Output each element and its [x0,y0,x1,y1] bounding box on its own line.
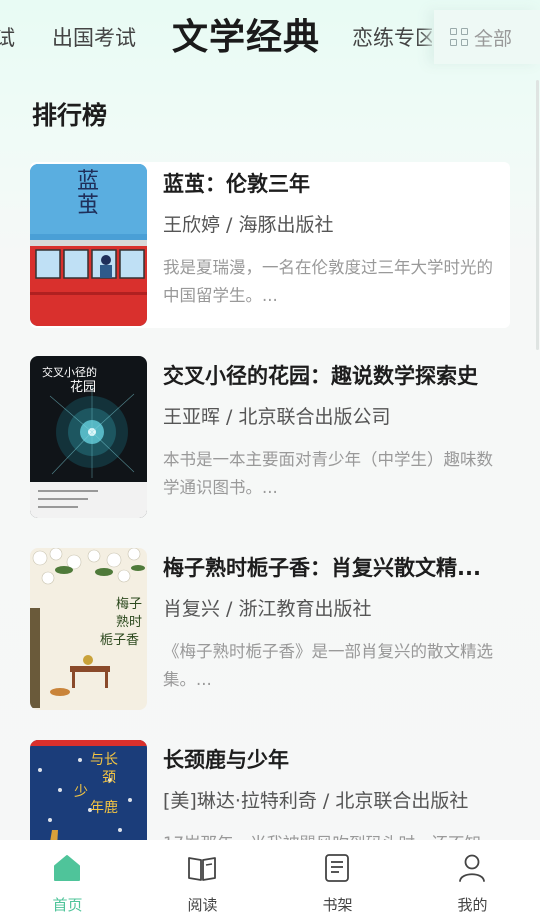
book-title: 交叉小径的花园：趣说数学探索史 [163,364,478,388]
book-item[interactable]: 梅子 熟时 栀子香 梅子熟时栀子香：肖复兴散文精... 肖复兴 / 浙江教育出版… [30,546,510,712]
tab-partial[interactable]: 试 [0,22,15,52]
book-cover: 梅子 熟时 栀子香 [30,548,147,710]
svg-text:与长: 与长 [90,752,118,768]
svg-text:熟时: 熟时 [116,614,142,630]
tab-overseas-exam[interactable]: 出国考试 [52,22,136,52]
book-item[interactable]: 与长 颈 少 年鹿 长颈鹿与少年 [美]琳达·拉特利奇 / 北京联合出版社 17… [30,738,510,840]
open-book-icon [188,857,216,881]
tab-romance[interactable]: 恋练专区 [352,22,432,52]
book-cover: 与长 颈 少 年鹿 [30,740,147,840]
book-item[interactable]: 蓝 茧 蓝茧：伦敦三年 王欣婷 / 海豚出版社 我是夏瑞漫，一名在伦敦度过三年大… [30,162,510,328]
book-description: 本书是一本主要面对青少年（中学生）趣味数学通识图书。... [163,450,493,497]
book-item[interactable]: 交叉小径的 花园 交叉小径的花园：趣说数学探索史 王亚晖 / 北京联合出版公司 … [30,354,510,520]
top-tab-bar: 试 出国考试 文学经典 恋练专区 全部 [0,0,540,76]
nav-home[interactable]: 首页 [0,840,135,924]
nav-mine[interactable]: 我的 [405,840,540,924]
book-author: 肖复兴 / 浙江教育出版社 [163,598,372,620]
book-description: 《梅子熟时栀子香》是一部肖复兴的散文精选集。... [163,642,493,689]
nav-mine-label: 我的 [457,896,488,914]
book-author: [美]琳达·拉特利奇 / 北京联合出版社 [163,790,469,812]
scrollbar[interactable] [536,80,539,350]
tab-partial-clip: 试 [0,0,16,76]
svg-text:少: 少 [74,784,88,800]
nav-shelf-label: 书架 [322,896,353,914]
tab-literature-classics[interactable]: 文学经典 [172,8,320,60]
nav-home-label: 首页 [52,896,83,914]
svg-text:花园: 花园 [70,379,96,395]
nav-read-label: 阅读 [187,896,218,914]
svg-text:年鹿: 年鹿 [90,799,118,816]
bookshelf-icon [325,854,349,882]
book-title: 蓝茧：伦敦三年 [163,172,310,196]
bottom-nav: 首页 阅读 书架 我的 [0,840,540,924]
book-title: 长颈鹿与少年 [163,748,289,772]
all-categories-label: 全部 [474,27,513,50]
home-icon [54,855,80,881]
grid-icon [450,28,468,46]
book-cover: 交叉小径的 花园 [30,356,147,518]
section-title-ranking: 排行榜 [32,101,108,130]
book-description: 17岁那年，当我被飓风吹到码头时，还不知 [163,830,508,840]
book-list: 蓝 茧 蓝茧：伦敦三年 王欣婷 / 海豚出版社 我是夏瑞漫，一名在伦敦度过三年大… [0,160,540,840]
svg-text:栀子香: 栀子香 [100,633,139,648]
book-author: 王亚晖 / 北京联合出版公司 [163,406,391,428]
book-title: 梅子熟时栀子香：肖复兴散文精... [163,556,481,580]
nav-shelf[interactable]: 书架 [270,840,405,924]
book-author: 王欣婷 / 海豚出版社 [163,214,334,236]
svg-text:颈: 颈 [102,770,116,786]
all-categories-button[interactable]: 全部 [434,10,540,64]
nav-read[interactable]: 阅读 [135,840,270,924]
svg-text:茧: 茧 [77,193,99,218]
book-cover: 蓝 茧 [30,164,147,326]
svg-text:蓝: 蓝 [77,169,99,194]
tab-romance-clip: 恋练专区 [352,0,432,76]
svg-text:梅子: 梅子 [116,597,142,612]
book-description: 我是夏瑞漫，一名在伦敦度过三年大学时光的中国留学生。... [163,258,493,305]
svg-text:交叉小径的: 交叉小径的 [42,365,97,379]
user-icon [459,854,485,882]
